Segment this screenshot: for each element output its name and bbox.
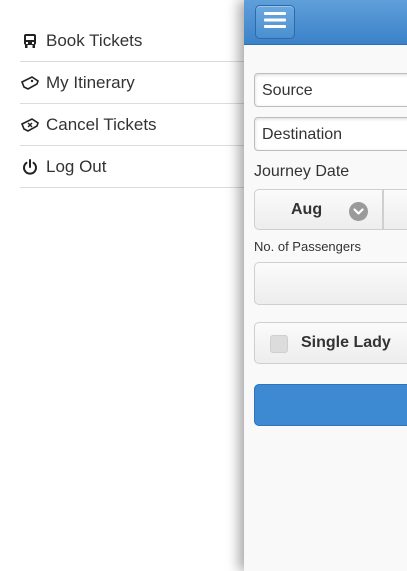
cancel-ticket-icon xyxy=(20,115,40,135)
single-lady-label: Single Lady xyxy=(301,334,391,351)
single-lady-checkbox[interactable]: Single Lady xyxy=(254,322,407,364)
passengers-label: No. of Passengers xyxy=(254,239,361,254)
side-menu: Book Tickets My Itinerary Cancel Tickets xyxy=(0,0,245,571)
month-select[interactable]: Aug xyxy=(254,189,383,230)
chevron-down-icon xyxy=(349,202,368,221)
passengers-select[interactable] xyxy=(254,262,407,305)
main-page: Source Destination Journey Date Aug No. … xyxy=(244,0,407,571)
source-input[interactable]: Source xyxy=(254,73,407,107)
menu-item-log-out[interactable]: Log Out xyxy=(20,146,245,188)
menu-list: Book Tickets My Itinerary Cancel Tickets xyxy=(20,20,245,188)
destination-input[interactable]: Destination xyxy=(254,117,407,151)
header-bar xyxy=(244,0,407,45)
month-value: Aug xyxy=(291,200,323,218)
menu-item-label: My Itinerary xyxy=(46,72,135,92)
menu-item-my-itinerary[interactable]: My Itinerary xyxy=(20,62,245,104)
menu-item-cancel-tickets[interactable]: Cancel Tickets xyxy=(20,104,245,146)
source-placeholder: Source xyxy=(262,82,313,99)
menu-item-label: Book Tickets xyxy=(46,30,143,50)
menu-toggle-button[interactable] xyxy=(255,5,295,39)
ticket-icon xyxy=(20,73,40,93)
menu-item-label: Log Out xyxy=(46,156,107,176)
menu-item-label: Cancel Tickets xyxy=(46,114,157,134)
menu-item-book-tickets[interactable]: Book Tickets xyxy=(20,20,245,62)
search-button[interactable] xyxy=(254,384,407,426)
bus-icon xyxy=(20,31,40,51)
checkbox-box xyxy=(270,335,288,353)
power-icon xyxy=(20,157,40,177)
hamburger-icon xyxy=(264,11,286,34)
day-select[interactable] xyxy=(383,189,407,230)
journey-date-label: Journey Date xyxy=(254,163,350,180)
destination-placeholder: Destination xyxy=(262,126,343,143)
